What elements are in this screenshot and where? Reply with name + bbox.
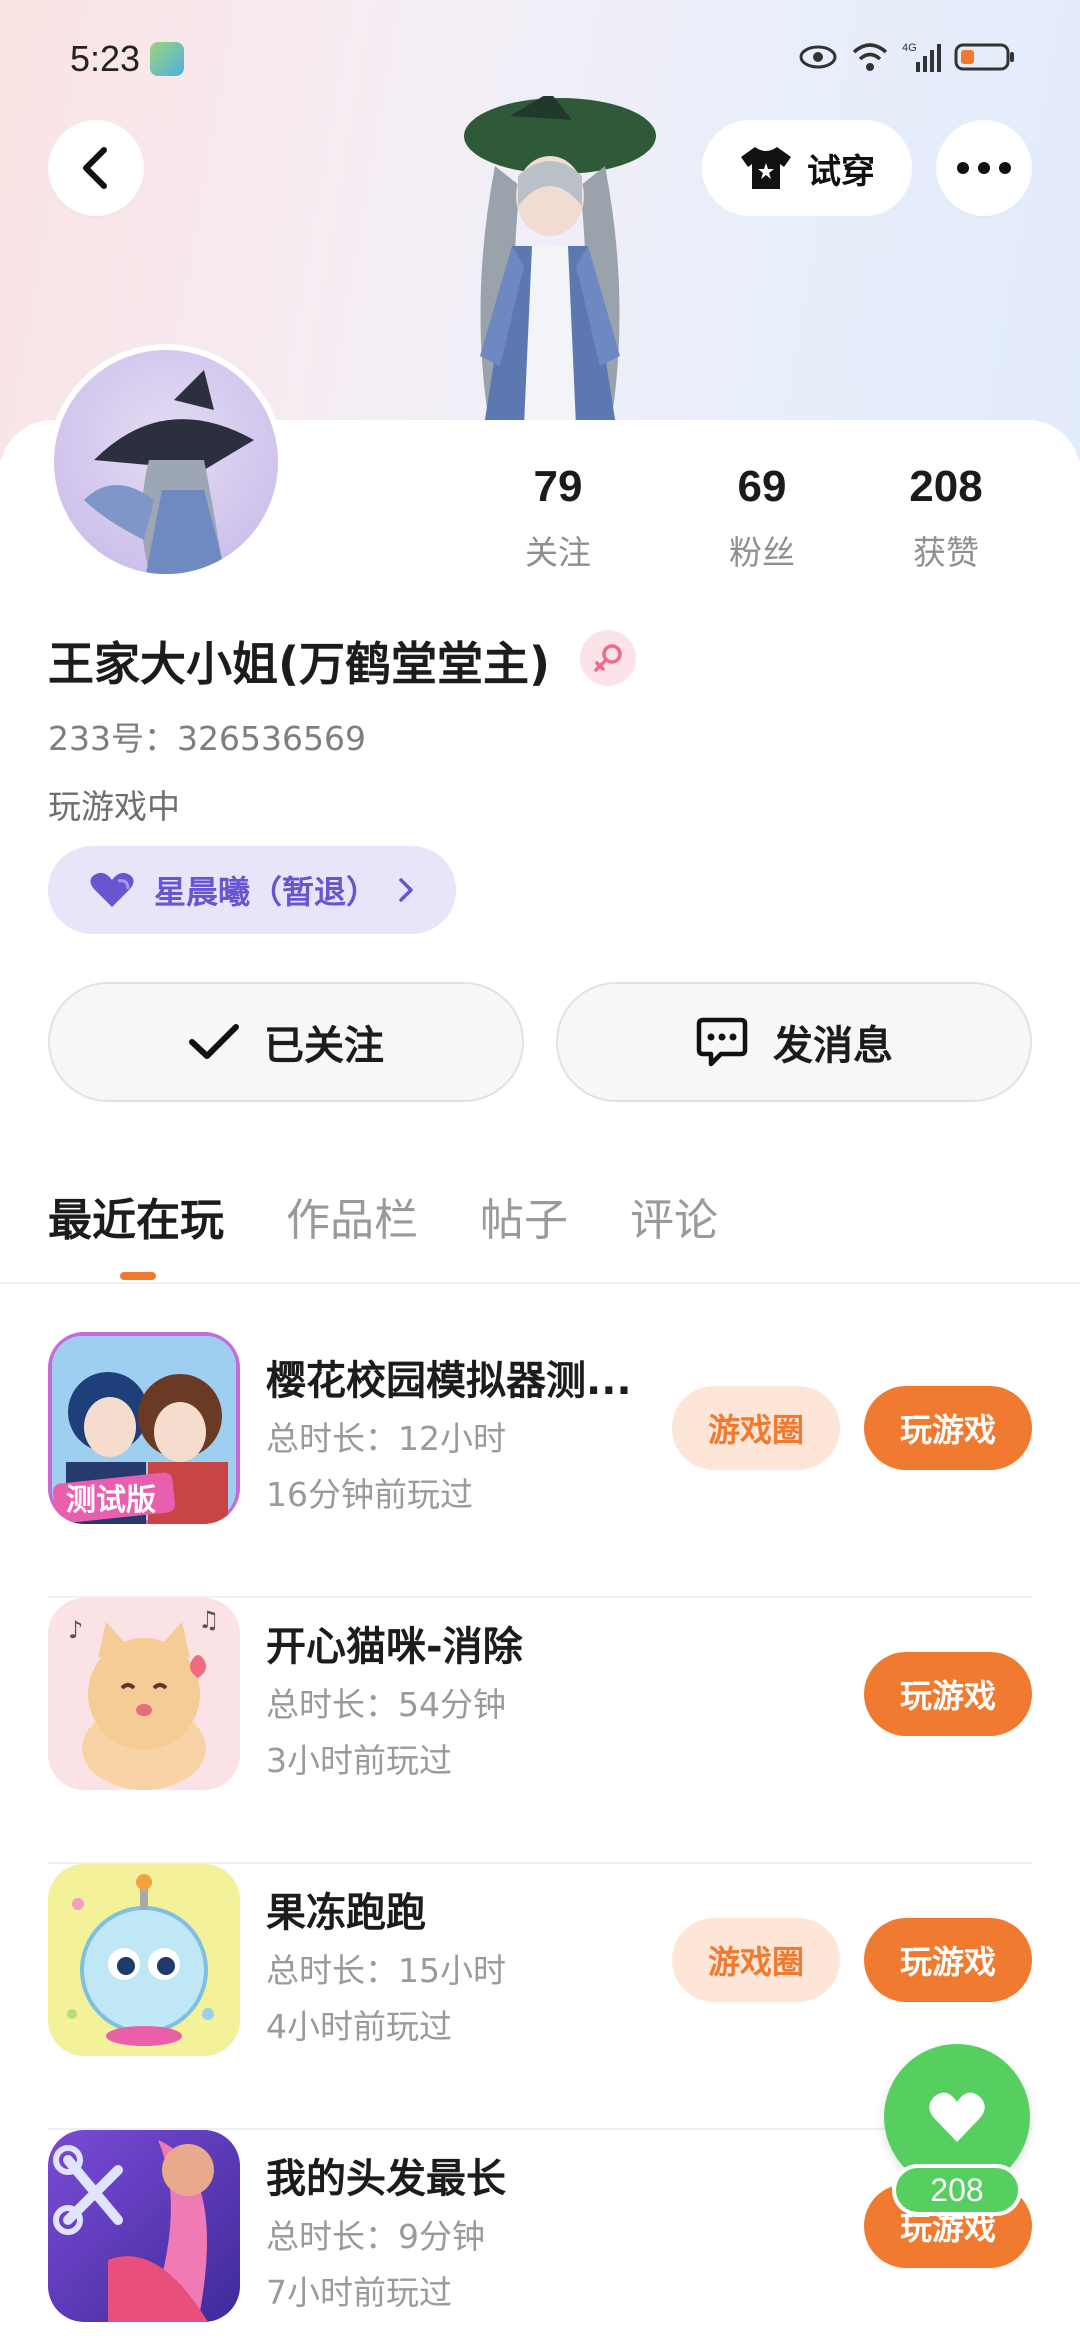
game-icon-longest-hair — [48, 2130, 240, 2322]
username: 王家大小姐(万鹤堂堂主) — [48, 637, 551, 691]
following-label: 关注 — [525, 533, 591, 572]
play-game-button[interactable]: 玩游戏 — [864, 1386, 1032, 1470]
cellular-signal-icon: 4G — [902, 42, 941, 72]
tab-recently-played[interactable]: 最近在玩 — [48, 1184, 224, 1248]
game-duration: 总时长：12小时 — [266, 1419, 506, 1458]
like-count-badge: 208 — [892, 2164, 1022, 2216]
followed-button[interactable]: 已关注 — [48, 982, 524, 1102]
checkmark-icon — [189, 1024, 239, 1059]
more-dots-icon — [957, 162, 1011, 174]
game-row[interactable]: 我的头发最长 总时长：9分钟 7小时前玩过 玩游戏 — [48, 2130, 1032, 2340]
guild-chip[interactable]: 星晨曦（暂退） — [48, 846, 456, 934]
heart-badge-icon — [90, 872, 134, 907]
chevron-right-icon — [399, 878, 413, 902]
followed-label: 已关注 — [264, 1023, 384, 1069]
avatar-image — [54, 350, 278, 574]
likes-label: 获赞 — [913, 533, 979, 572]
user-status: 玩游戏中 — [48, 787, 180, 826]
send-message-label: 发消息 — [773, 1023, 893, 1069]
try-on-label: 试穿 — [807, 151, 875, 192]
followers-count: 69 — [737, 462, 787, 511]
battery-icon — [954, 43, 1014, 71]
try-on-button[interactable]: 试穿 — [702, 120, 912, 216]
game-duration: 总时长：54分钟 — [266, 1685, 506, 1724]
app-notification-icon — [150, 42, 184, 76]
back-button[interactable] — [48, 120, 144, 216]
guild-name: 星晨曦（暂退） — [154, 873, 379, 911]
tshirt-icon — [741, 147, 791, 189]
stat-following[interactable]: 79 关注 — [478, 462, 638, 574]
following-count: 79 — [533, 462, 583, 511]
game-row[interactable]: 测试版 樱花校园模拟器测... 总时长：12小时 16分钟前玩过 游戏圈 玩游戏 — [48, 1332, 1032, 1598]
play-game-button[interactable]: 玩游戏 — [864, 1652, 1032, 1736]
status-time: 5:23 — [70, 38, 141, 79]
wifi-icon — [852, 43, 888, 71]
game-icon-sakura-school: 测试版 — [48, 1332, 240, 1524]
game-circle-button[interactable]: 游戏圈 — [672, 1386, 840, 1470]
chat-bubble-icon — [696, 1017, 748, 1067]
more-options-button[interactable] — [936, 120, 1032, 216]
status-icons: 4G — [798, 40, 1016, 74]
svg-text:♫: ♫ — [198, 1606, 220, 1634]
stat-followers[interactable]: 69 粉丝 — [682, 462, 842, 574]
likes-count: 208 — [909, 462, 983, 511]
followers-label: 粉丝 — [729, 533, 795, 572]
game-name: 我的头发最长 — [266, 2156, 506, 2202]
game-row[interactable]: 果冻跑跑 总时长：15小时 4小时前玩过 游戏圈 玩游戏 — [48, 1864, 1032, 2130]
game-name: 开心猫咪-消除 — [266, 1624, 523, 1670]
game-name: 樱花校园模拟器测... — [266, 1358, 632, 1404]
game-duration: 总时长：9分钟 — [266, 2217, 485, 2256]
game-duration: 总时长：15小时 — [266, 1951, 506, 1990]
avatar[interactable] — [48, 344, 284, 580]
game-name: 果冻跑跑 — [266, 1890, 426, 1936]
eye-icon — [799, 45, 837, 69]
active-tab-indicator — [120, 1272, 156, 1280]
heart-icon — [929, 2092, 985, 2142]
game-circle-button[interactable]: 游戏圈 — [672, 1918, 840, 2002]
tabs-divider — [0, 1282, 1080, 1284]
game-last-played: 4小时前玩过 — [266, 2007, 452, 2046]
tab-posts[interactable]: 帖子 — [480, 1184, 568, 1248]
tab-comments[interactable]: 评论 — [630, 1184, 718, 1248]
svg-text:♪: ♪ — [68, 1616, 83, 1644]
chevron-left-icon — [83, 147, 107, 189]
avatar-3d-figure — [464, 96, 656, 426]
game-row[interactable]: ♪ ♫ 开心猫咪-消除 总时长：54分钟 3小时前玩过 玩游戏 — [48, 1598, 1032, 1864]
profile-tabs: 最近在玩 作品栏 帖子 评论 — [48, 1184, 718, 1248]
game-last-played: 3小时前玩过 — [266, 1741, 452, 1780]
game-last-played: 16分钟前玩过 — [266, 1475, 473, 1514]
female-gender-icon — [580, 630, 636, 686]
send-message-button[interactable]: 发消息 — [556, 982, 1032, 1102]
tab-works[interactable]: 作品栏 — [286, 1184, 418, 1248]
test-version-badge: 测试版 — [66, 1483, 156, 1518]
game-last-played: 7小时前玩过 — [266, 2273, 452, 2312]
avatar-illustration — [84, 370, 254, 574]
game-icon-jelly-run — [48, 1864, 240, 2056]
user-id: 233号：326536569 — [48, 719, 366, 758]
game-icon-happy-cat: ♪ ♫ — [48, 1598, 240, 1790]
play-game-button[interactable]: 玩游戏 — [864, 1918, 1032, 2002]
network-type-label: 4G — [902, 42, 917, 54]
stat-likes[interactable]: 208 获赞 — [866, 462, 1026, 574]
